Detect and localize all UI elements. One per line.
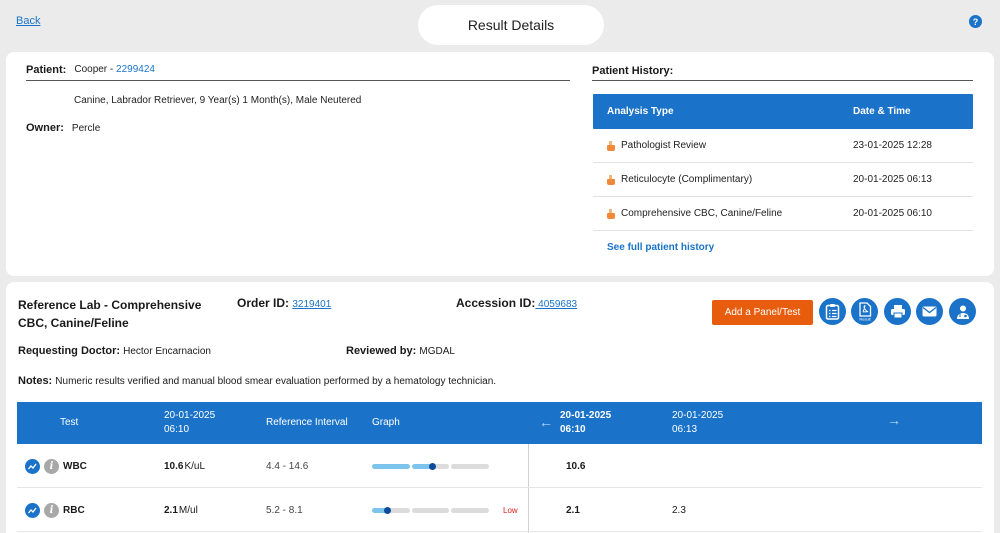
history-datetime: 23-01-2025 12:28 [853, 140, 932, 151]
doctor-icon[interactable] [949, 298, 976, 325]
history-header: Analysis Type Date & Time [593, 94, 973, 129]
accession-id-row: Accession ID: 4059683 [456, 296, 577, 310]
flask-icon [607, 140, 615, 151]
patient-name: Cooper - 2299424 [74, 64, 155, 75]
arrow-right-icon[interactable]: → [887, 413, 901, 427]
clipboard-checklist-icon[interactable] [819, 298, 846, 325]
reference-interval: 4.4 - 14.6 [266, 460, 309, 472]
patient-description: Canine, Labrador Retriever, 9 Year(s) 1 … [74, 95, 362, 106]
add-panel-test-button[interactable]: Add a Panel/Test [712, 300, 813, 325]
graph-high-segment [451, 464, 489, 469]
history-datetime: 20-01-2025 06:13 [853, 174, 932, 185]
history-row[interactable]: Pathologist Review 23-01-2025 12:28 [593, 129, 973, 163]
print-icon[interactable] [884, 298, 911, 325]
result-col-a: 2.1 [566, 504, 580, 516]
flask-icon [607, 208, 615, 219]
owner-row: Owner: Percle [26, 122, 100, 134]
reviewed-by-label: Reviewed by: [346, 345, 417, 357]
requesting-doctor-name: Hector Encarnacion [123, 346, 211, 357]
patient-line: Patient: Cooper - 2299424 [26, 64, 570, 81]
graph-low-segment [372, 508, 410, 513]
reference-interval: 5.2 - 8.1 [266, 504, 303, 516]
notes-text: Numeric results verified and manual bloo… [55, 376, 497, 387]
col-nav-date-b[interactable]: 20-01-2025 06:13 [672, 409, 723, 437]
test-name: WBC [63, 460, 87, 472]
col-graph: Graph [372, 417, 400, 428]
back-link[interactable]: Back [16, 15, 40, 27]
owner-name: Percle [71, 123, 101, 134]
test-unit: K/uL [184, 460, 206, 472]
result-col-a: 10.6 [566, 460, 586, 472]
owner-label: Owner: [26, 122, 64, 134]
test-value: 10.6 [164, 460, 184, 472]
test-name: RBC [63, 504, 85, 516]
col-reference-interval: Reference Interval [266, 417, 348, 428]
result-col-b: 2.3 [672, 504, 686, 516]
pdf-report-icon[interactable]: Result [851, 298, 878, 325]
order-id-row: Order ID: 3219401 [237, 296, 331, 310]
results-grid-header: Test 20-01-2025 06:10 Reference Interval … [17, 402, 982, 444]
history-type: Reticulocyte (Complimentary) [621, 174, 753, 185]
help-icon[interactable]: ? [969, 15, 982, 28]
page-title: Result Details [418, 5, 604, 45]
range-graph [372, 444, 492, 488]
info-icon[interactable]: i [44, 502, 59, 518]
col-nav-date-a[interactable]: 20-01-2025 06:10 [560, 409, 611, 437]
notes-label: Notes: [18, 375, 53, 387]
see-full-history-link[interactable]: See full patient history [607, 242, 714, 253]
patient-id-link[interactable]: 2299424 [116, 64, 155, 75]
graph-low-segment [372, 464, 410, 469]
col-test: Test [60, 417, 79, 428]
requesting-doctor-label: Requesting Doctor: [18, 345, 121, 357]
history-datetime: 20-01-2025 06:10 [853, 208, 932, 219]
accession-id-label: Accession ID: [456, 296, 536, 310]
order-id-label: Order ID: [237, 296, 290, 310]
patient-label: Patient: [26, 64, 67, 76]
trend-icon[interactable] [25, 458, 40, 474]
pdf-icon-caption: Result [859, 316, 871, 321]
requesting-doctor-row: Requesting Doctor: Hector Encarnacion [18, 345, 211, 357]
reviewed-by-name: MGDAL [419, 346, 455, 357]
lab-test-name: Reference Lab - Comprehensive CBC, Canin… [18, 298, 202, 330]
accession-id-link[interactable]: 4059683 [535, 299, 577, 310]
arrow-left-icon[interactable]: ← [539, 415, 553, 429]
history-row[interactable]: Reticulocyte (Complimentary) 20-01-2025 … [593, 163, 973, 197]
notes-row: Notes: Numeric results verified and manu… [18, 375, 496, 387]
table-row: i RBC 2.1 M/ul 5.2 - 8.1 Low 2.1 2.3 [17, 488, 982, 532]
range-graph [372, 488, 492, 532]
history-type: Comprehensive CBC, Canine/Feline [621, 208, 783, 219]
test-value: 2.1 [164, 504, 178, 516]
table-row: i WBC 10.6 K/uL 4.4 - 14.6 10.6 [17, 444, 982, 488]
info-icon[interactable]: i [44, 458, 59, 474]
reviewed-by-row: Reviewed by: MGDAL [346, 345, 455, 357]
graph-normal-segment [412, 508, 449, 513]
history-col-type: Analysis Type [607, 106, 674, 117]
flask-icon [607, 174, 615, 185]
history-row[interactable]: Comprehensive CBC, Canine/Feline 20-01-2… [593, 197, 973, 231]
test-unit: M/ul [178, 504, 198, 516]
history-type: Pathologist Review [621, 140, 707, 151]
col-date-1: 20-01-2025 06:10 [164, 410, 216, 435]
patient-history-table: Analysis Type Date & Time Pathologist Re… [593, 94, 973, 231]
graph-marker [383, 507, 391, 514]
order-id-link[interactable]: 3219401 [292, 299, 331, 310]
history-col-datetime: Date & Time [853, 106, 911, 117]
graph-high-segment [451, 508, 489, 513]
flag-label: Low [503, 505, 518, 515]
trend-icon[interactable] [25, 502, 40, 518]
email-icon[interactable] [916, 298, 943, 325]
patient-history-title: Patient History: [592, 65, 973, 81]
